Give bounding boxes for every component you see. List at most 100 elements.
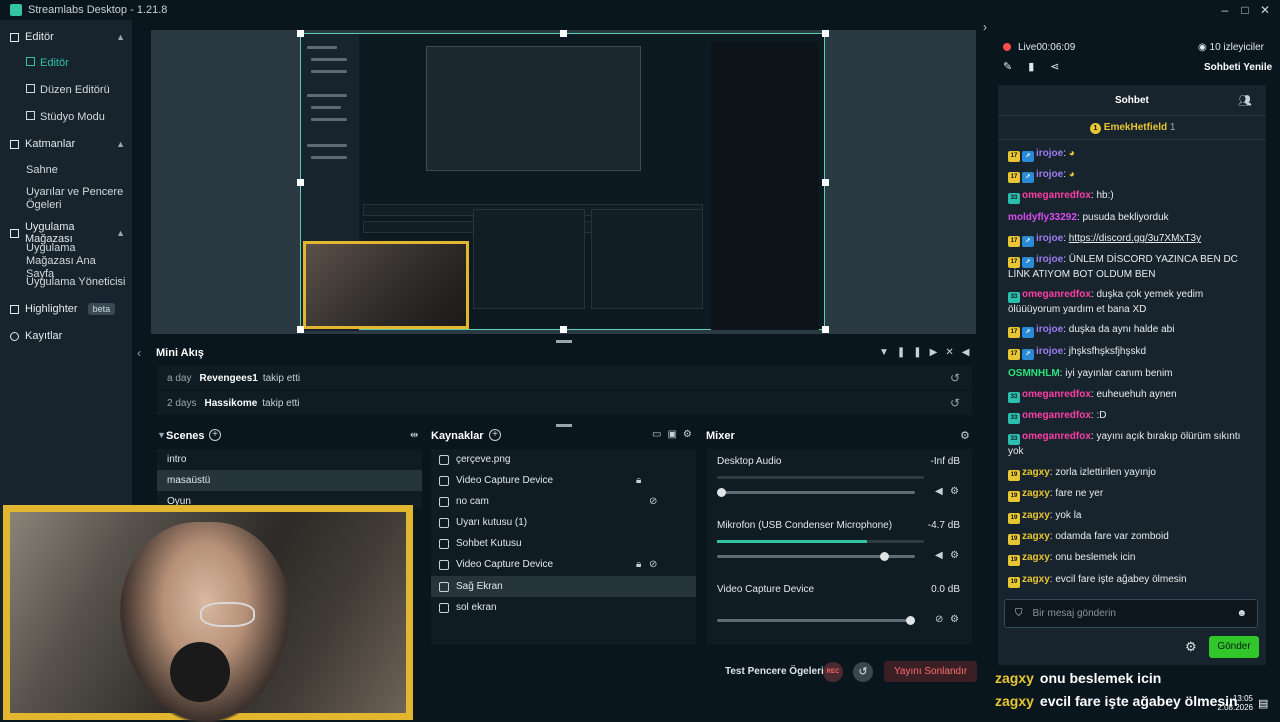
chat-input[interactable]: ⛉ Bir mesaj gönderin ☻	[1004, 599, 1258, 628]
mute-alerts-icon[interactable]: ✕	[945, 347, 961, 358]
resize-handle[interactable]	[822, 326, 829, 333]
chat-text[interactable]: https://discord.gg/3u7XMxT3y	[1069, 233, 1201, 244]
channel-settings-icon[interactable]: ⚙	[950, 486, 959, 497]
resize-divider[interactable]	[556, 424, 572, 427]
volume-icon[interactable]: ◀	[962, 347, 978, 358]
skip-icon[interactable]: ▶	[930, 347, 946, 358]
expand-arrow-icon[interactable]: ›	[983, 20, 987, 34]
share-icon[interactable]: ⋖	[1050, 61, 1075, 73]
resize-handle[interactable]	[297, 326, 304, 333]
chat-settings-icon[interactable]: ⚙	[1185, 639, 1197, 655]
chat-username[interactable]: irojoe	[1036, 254, 1063, 265]
resize-handle[interactable]	[297, 30, 304, 37]
refresh-chat-button[interactable]: Sohbeti Yenile	[1204, 62, 1272, 73]
scene-item[interactable]: intro	[157, 449, 422, 470]
notifications-icon[interactable]: ▤	[1258, 697, 1268, 710]
slider-knob[interactable]	[717, 488, 726, 497]
hidden-eye-icon[interactable]: ⊘	[649, 496, 657, 507]
resize-handle[interactable]	[560, 326, 567, 333]
test-widgets-label[interactable]: Test Pencere Ögeleri	[725, 666, 824, 677]
scene-item[interactable]: masaüstü	[157, 470, 422, 491]
chevron-down-icon[interactable]: ▼	[157, 430, 166, 440]
speaker-icon[interactable]: ◀	[935, 550, 943, 561]
folder-icon[interactable]: ▭	[652, 429, 667, 440]
hidden-eye-icon[interactable]: ⊘	[649, 559, 657, 570]
chat-username[interactable]: omeganredfox	[1022, 410, 1091, 421]
volume-slider[interactable]	[717, 552, 915, 561]
chat-username[interactable]: zagxy	[1022, 552, 1050, 563]
replay-icon[interactable]: ↺	[950, 371, 960, 385]
channel-settings-icon[interactable]: ⚙	[950, 550, 959, 561]
maximize-button[interactable]: □	[1237, 2, 1253, 18]
pause-icon[interactable]: ❚❚	[897, 347, 930, 358]
send-button[interactable]: Gönder	[1209, 636, 1259, 658]
replay-icon[interactable]: ↺	[950, 396, 960, 410]
source-item[interactable]: sol ekran	[431, 597, 696, 618]
edit-icon[interactable]: ✎	[1003, 61, 1028, 73]
add-source-button[interactable]: +	[489, 429, 501, 441]
chat-toolbar[interactable]: ✎▮⋖	[1003, 60, 1076, 73]
resize-divider[interactable]	[556, 340, 572, 343]
record-button[interactable]: REC	[823, 662, 843, 682]
chat-username[interactable]: irojoe	[1036, 346, 1063, 357]
emoji-icon[interactable]: ☻	[1236, 608, 1247, 619]
source-item[interactable]: Uyarı kutusu (1)	[431, 512, 696, 533]
end-stream-button[interactable]: Yayını Sonlandır	[884, 661, 978, 682]
chat-username[interactable]: omeganredfox	[1022, 431, 1091, 442]
group-icon[interactable]: ▣	[667, 429, 682, 440]
lock-icon[interactable]: 🔒︎	[636, 559, 641, 570]
chat-username[interactable]: irojoe	[1036, 233, 1063, 244]
chat-username[interactable]: zagxy	[1022, 574, 1050, 585]
replay-buffer-button[interactable]: ↺	[853, 662, 873, 682]
channel-settings-icon[interactable]: ⚙	[950, 614, 959, 625]
sidebar-section-layers[interactable]: Katmanlar ▲	[10, 138, 125, 150]
chat-username[interactable]: omeganredfox	[1022, 289, 1091, 300]
source-item[interactable]: Video Capture Device 🔒︎ ⊘	[431, 554, 696, 575]
resize-handle[interactable]	[560, 30, 567, 37]
chat-username[interactable]: zagxy	[1022, 488, 1050, 499]
resize-handle[interactable]	[822, 179, 829, 186]
mixer-settings-icon[interactable]: ⚙	[960, 429, 970, 442]
slider-knob[interactable]	[906, 616, 915, 625]
chat-username[interactable]: zagxy	[1022, 467, 1050, 478]
collapse-arrow-icon[interactable]: ‹	[137, 346, 141, 360]
chat-username[interactable]: omeganredfox	[1022, 190, 1091, 201]
sidebar-item-layout-editor[interactable]: Düzen Editörü	[26, 84, 126, 97]
source-item[interactable]: no cam ⊘	[431, 491, 696, 512]
properties-icon[interactable]: ⚙	[683, 429, 698, 440]
volume-slider[interactable]	[717, 616, 915, 625]
source-item[interactable]: Video Capture Device 🔒︎	[431, 470, 696, 491]
sidebar-item-alerts-widgets[interactable]: Uyarılar ve Pencere Ögeleri	[26, 186, 126, 212]
chat-username[interactable]: irojoe	[1036, 169, 1063, 180]
chat-username[interactable]: irojoe	[1036, 324, 1063, 335]
close-button[interactable]: ✕	[1257, 2, 1273, 18]
source-item[interactable]: çerçeve.png	[431, 449, 696, 470]
popout-icon[interactable]: ▮	[1028, 61, 1050, 73]
sources-toolbar[interactable]: ▭▣⚙	[652, 429, 698, 440]
sidebar-item-editor[interactable]: Editör	[26, 57, 126, 70]
minimize-button[interactable]: –	[1217, 2, 1233, 18]
chat-username[interactable]: OSMNHLM	[1008, 368, 1060, 379]
mini-akis-toolbar[interactable]: ▼❚❚▶✕◀	[879, 347, 977, 358]
sidebar-item-scene[interactable]: Sahne	[26, 164, 126, 177]
chat-users-icon[interactable]: 👥︎	[1238, 94, 1252, 107]
speaker-icon[interactable]: ◀	[935, 486, 943, 497]
sidebar-section-editor[interactable]: Editör ▲	[10, 31, 125, 43]
sidebar-item-studio-mode[interactable]: Stüdyo Modu	[26, 111, 126, 124]
muted-speaker-icon[interactable]: ⊘	[935, 614, 943, 625]
chat-username[interactable]: omeganredfox	[1022, 389, 1091, 400]
sidebar-item-highlighter[interactable]: Highlighter beta	[10, 303, 125, 315]
chat-username[interactable]: zagxy	[1022, 531, 1050, 542]
slider-knob[interactable]	[879, 552, 889, 561]
add-scene-button[interactable]: +	[209, 429, 221, 441]
scene-transitions-icon[interactable]: ⇹	[410, 430, 418, 441]
volume-slider[interactable]	[717, 488, 915, 497]
chat-username[interactable]: moldyfly33292	[1008, 212, 1077, 223]
sidebar-item-app-manager[interactable]: Uygulama Yöneticisi	[26, 276, 126, 289]
selected-source-frame[interactable]	[297, 30, 829, 333]
resize-handle[interactable]	[297, 179, 304, 186]
resize-handle[interactable]	[822, 30, 829, 37]
source-item[interactable]: Sohbet Kutusu	[431, 533, 696, 554]
chat-username[interactable]: irojoe	[1036, 148, 1063, 159]
source-item[interactable]: Sağ Ekran	[431, 576, 696, 597]
